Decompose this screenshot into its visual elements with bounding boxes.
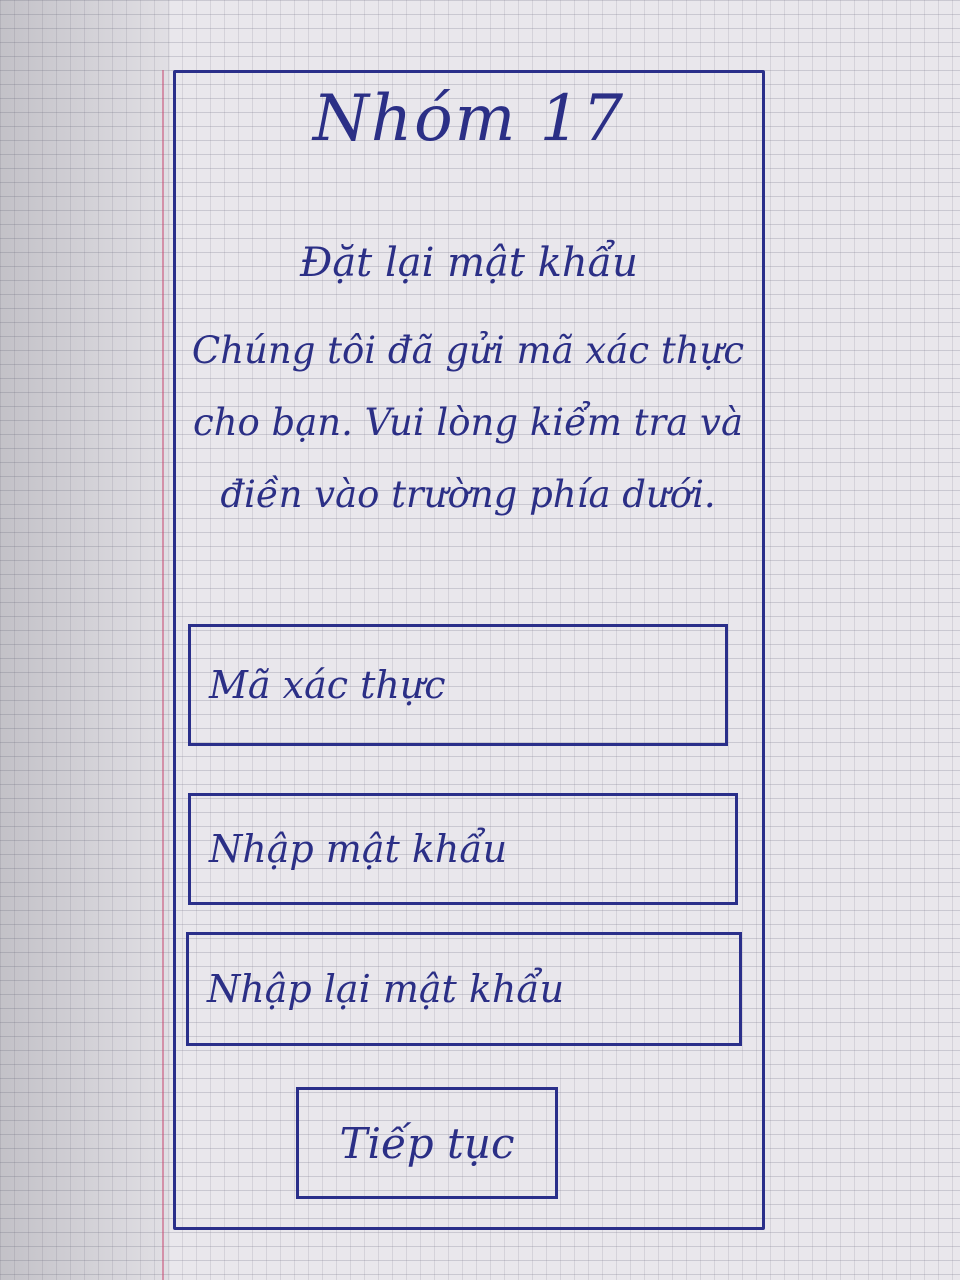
page-title: Nhóm 17 <box>312 82 626 156</box>
confirm-password-field[interactable]: Nhập lại mật khẩu <box>186 932 742 1046</box>
confirm-password-placeholder: Nhập lại mật khẩu <box>207 967 565 1011</box>
new-password-placeholder: Nhập mật khẩu <box>209 827 508 871</box>
notebook-margin-line <box>162 70 164 1280</box>
screen-heading: Đặt lại mật khẩu <box>300 240 638 286</box>
continue-button[interactable]: Tiếp tục <box>296 1087 558 1199</box>
continue-button-label: Tiếp tục <box>339 1118 515 1168</box>
page-shadow <box>0 0 170 1280</box>
verification-code-placeholder: Mã xác thực <box>209 663 446 707</box>
verification-code-field[interactable]: Mã xác thực <box>188 624 728 746</box>
instruction-text: Chúng tôi đã gửi mã xác thực cho bạn. Vu… <box>191 329 745 516</box>
new-password-field[interactable]: Nhập mật khẩu <box>188 793 738 905</box>
